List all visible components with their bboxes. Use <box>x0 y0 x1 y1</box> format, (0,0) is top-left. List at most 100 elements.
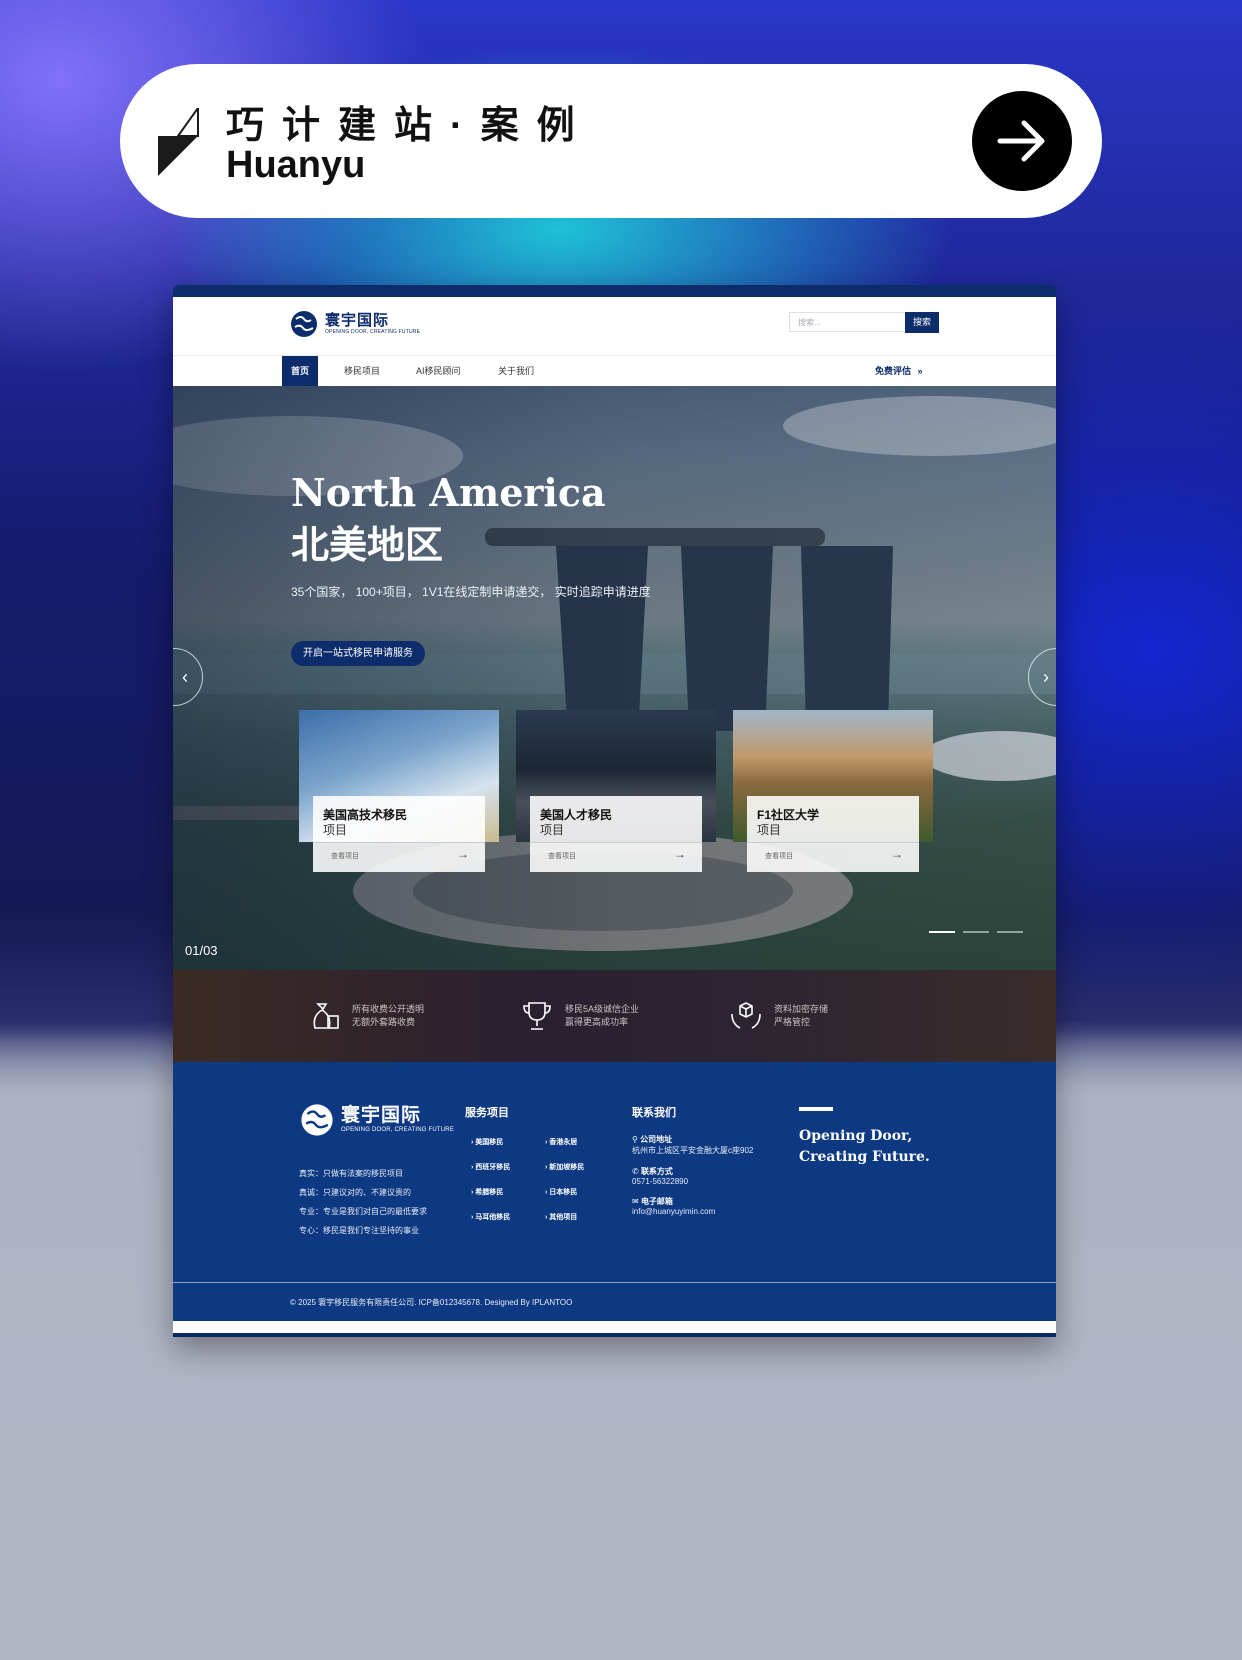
motto-item: 专业：专业是我们对自己的最低要求 <box>299 1207 427 1216</box>
website-preview: 寰宇国际 OPENING DOOR, CREATING FUTURE 搜索...… <box>173 285 1056 1337</box>
slide-counter: 01/03 <box>185 943 218 958</box>
logo-name: 寰宇国际 <box>325 311 390 329</box>
logo-tagline: OPENING DOOR, CREATING FUTURE <box>325 328 421 335</box>
card-divider <box>530 842 702 843</box>
address-value: 杭州市上城区平安金融大厦c座902 <box>632 1146 754 1155</box>
project-card[interactable]: 美国人才移民 项目 查看项目 → <box>516 710 716 872</box>
service-link[interactable]: › 香港永居 <box>545 1137 619 1162</box>
arrow-right-button[interactable] <box>972 91 1072 191</box>
feature-item: 所有收费公开透明 无额外套路收费 <box>306 998 424 1034</box>
motto-item: 真诚：只建议对的、不建议贵的 <box>299 1188 411 1197</box>
feature-line1: 资料加密存储 <box>774 1004 829 1014</box>
globe-logo-icon <box>291 311 317 337</box>
arrow-right-icon[interactable]: → <box>457 847 469 861</box>
service-link[interactable]: › 其他项目 <box>545 1212 619 1237</box>
arrow-right-icon[interactable]: → <box>674 847 686 861</box>
contact-label: ✉ 电子邮箱 <box>632 1196 753 1207</box>
service-link[interactable]: › 新加坡移民 <box>545 1162 619 1187</box>
service-link[interactable]: › 日本移民 <box>545 1187 619 1212</box>
feature-line2: 严格管控 <box>774 1017 811 1027</box>
view-project-link[interactable]: 查看项目 <box>331 851 359 861</box>
site-footer: 寰宇国际 OPENING DOOR, CREATING FUTURE 真实：只做… <box>173 1062 1056 1321</box>
motto-item: 真实：只做有法案的移民项目 <box>299 1169 403 1178</box>
service-link-label: 西班牙移民 <box>475 1164 511 1171</box>
service-link[interactable]: › 美国移民 <box>471 1137 545 1162</box>
brand-mark-icon <box>158 108 199 176</box>
nav-item-home[interactable]: 首页 <box>282 356 319 386</box>
service-link[interactable]: › 马耳他移民 <box>471 1212 545 1237</box>
service-link-label: 马耳他移民 <box>475 1214 511 1221</box>
contact-info: ⚲ 公司地址 杭州市上城区平安金融大厦c座902 ✆ 联系方式 0571-563… <box>632 1134 753 1226</box>
carousel-dots <box>929 931 1023 933</box>
nav-item-about[interactable]: 关于我们 <box>498 356 534 386</box>
carousel-dot[interactable] <box>929 931 955 933</box>
trophy-icon <box>523 1002 551 1030</box>
phone-value[interactable]: 0571-56322890 <box>632 1177 753 1186</box>
arrow-right-icon <box>997 120 1045 162</box>
search-input[interactable]: 搜索... <box>789 312 905 332</box>
free-assessment-link[interactable]: 免费评估 » <box>875 356 923 386</box>
hero-title-cn: 北美地区 <box>291 525 444 567</box>
money-bag-icon <box>313 1003 339 1029</box>
features-strip: 所有收费公开透明 无额外套路收费 移民5A级诚信企业 赢得更高成功率 资料加密存… <box>173 970 1056 1062</box>
service-link-label: 希腊移民 <box>475 1189 504 1196</box>
card-divider <box>313 842 485 843</box>
slogan-line: Opening Door, <box>799 1128 913 1144</box>
motto-item: 专心：移民是我们专注坚持的事业 <box>299 1226 419 1235</box>
email-value[interactable]: info@huanyuyimin.com <box>632 1207 753 1216</box>
project-card[interactable]: F1社区大学 项目 查看项目 → <box>733 710 933 872</box>
services-links: › 美国移民 › 香港永居 › 西班牙移民 › 新加坡移民 › 希腊移民 › 日… <box>471 1137 621 1237</box>
case-banner[interactable]: 巧计建站·案例 Huanyu <box>120 64 1102 218</box>
start-service-button[interactable]: 开启一站式移民申请服务 <box>291 641 425 666</box>
card-panel: 美国人才移民 项目 查看项目 → <box>530 796 702 872</box>
arrow-right-icon[interactable]: → <box>891 847 903 861</box>
service-link[interactable]: › 西班牙移民 <box>471 1162 545 1187</box>
project-cards: 美国高技术移民 项目 查看项目 → 美国人才移民 项目 查看项目 → F1社区大… <box>299 710 933 872</box>
hero-description: 35个国家， 100+项目， 1V1在线定制申请递交， 实时追踪申请进度 <box>291 585 651 599</box>
feature-item: 资料加密存储 严格管控 <box>728 998 828 1034</box>
copyright-text: © 2025 寰宇移民服务有限责任公司. ICP备012345678. Desi… <box>290 1298 573 1307</box>
site-header: 寰宇国际 OPENING DOOR, CREATING FUTURE 搜索...… <box>173 297 1056 356</box>
banner-title: 巧计建站·案例 <box>226 105 593 147</box>
project-card[interactable]: 美国高技术移民 项目 查看项目 → <box>299 710 499 872</box>
services-title: 服务项目 <box>465 1107 509 1119</box>
double-chevron-right-icon: » <box>917 366 923 376</box>
card-panel: 美国高技术移民 项目 查看项目 → <box>313 796 485 872</box>
service-link-label: 香港永居 <box>549 1139 578 1146</box>
contact-label-text: 公司地址 <box>640 1135 673 1144</box>
footer-logo-tagline: OPENING DOOR, CREATING FUTURE <box>341 1127 455 1133</box>
globe-logo-icon <box>301 1104 333 1136</box>
banner-subtitle: Huanyu <box>226 144 366 186</box>
secure-box-hands-icon <box>731 1002 761 1029</box>
carousel-dot[interactable] <box>963 931 989 933</box>
free-assessment-label: 免费评估 <box>875 366 912 376</box>
contact-label-text: 联系方式 <box>640 1167 673 1176</box>
phone-icon: ✆ <box>632 1167 639 1176</box>
card-subtitle: 项目 <box>757 823 782 837</box>
contact-title: 联系我们 <box>632 1107 676 1119</box>
nav-item-ai-advisor[interactable]: AI移民顾问 <box>416 356 461 386</box>
card-panel: F1社区大学 项目 查看项目 → <box>747 796 919 872</box>
slogan-line: Creating Future. <box>799 1149 930 1165</box>
service-link[interactable]: › 希腊移民 <box>471 1187 545 1212</box>
feature-line1: 所有收费公开透明 <box>352 1004 425 1014</box>
chevron-left-icon: ‹ <box>182 667 188 687</box>
hero-carousel: North America 北美地区 35个国家， 100+项目， 1V1在线定… <box>173 386 1056 970</box>
search-button[interactable]: 搜索 <box>905 312 939 333</box>
view-project-link[interactable]: 查看项目 <box>548 851 576 861</box>
contact-label: ✆ 联系方式 <box>632 1166 753 1177</box>
nav-item-projects[interactable]: 移民项目 <box>344 356 380 386</box>
carousel-dot[interactable] <box>997 931 1023 933</box>
contact-label: ⚲ 公司地址 <box>632 1134 753 1145</box>
card-divider <box>747 842 919 843</box>
service-link-label: 其他项目 <box>549 1214 578 1221</box>
card-subtitle: 项目 <box>323 823 348 837</box>
feature-line1: 移民5A级诚信企业 <box>565 1004 640 1014</box>
card-subtitle: 项目 <box>540 823 565 837</box>
footer-logo[interactable]: 寰宇国际 OPENING DOOR, CREATING FUTURE <box>299 1102 454 1138</box>
main-nav: 首页 移民项目 AI移民顾问 关于我们 免费评估 » <box>173 356 1056 386</box>
site-logo[interactable]: 寰宇国际 OPENING DOOR, CREATING FUTURE <box>289 309 420 339</box>
contact-label-text: 电子邮箱 <box>640 1197 673 1206</box>
view-project-link[interactable]: 查看项目 <box>765 851 793 861</box>
mail-icon: ✉ <box>632 1197 639 1206</box>
